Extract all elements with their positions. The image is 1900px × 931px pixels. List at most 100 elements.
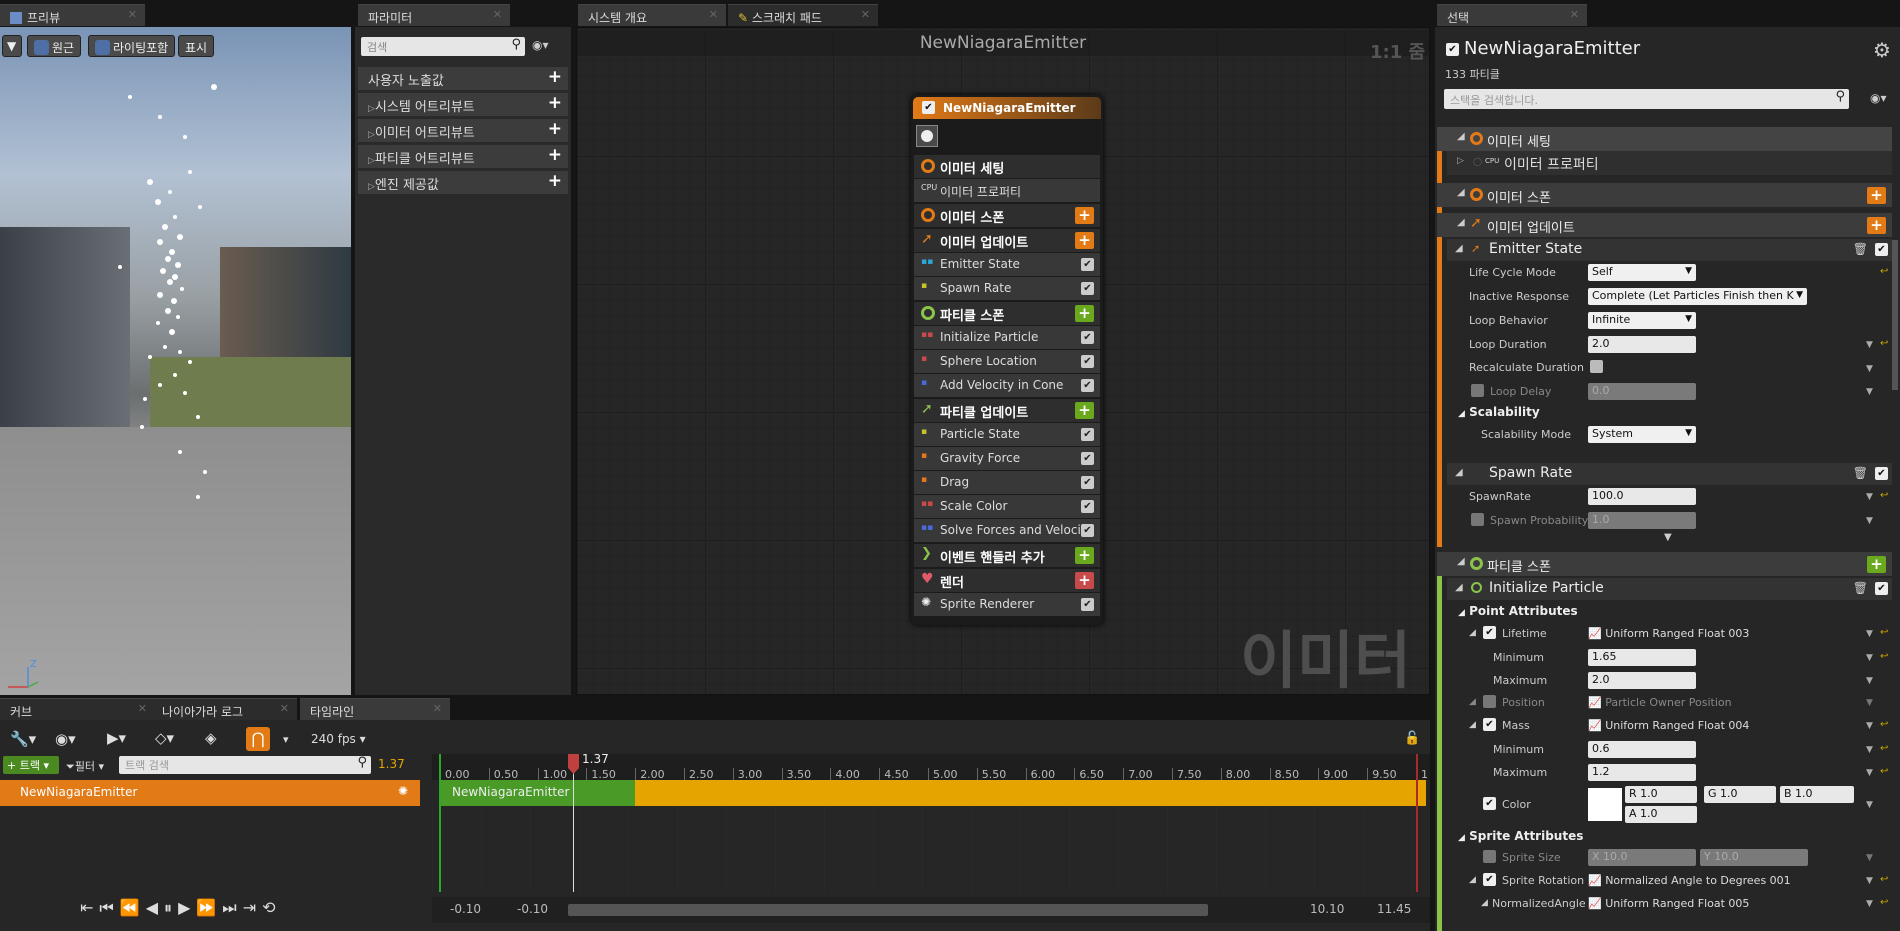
emitter-segment[interactable]: NewNiagaraEmitter <box>440 780 635 806</box>
collapse-icon[interactable]: ◢ <box>1469 697 1476 707</box>
prev-frame-icon[interactable]: ⏪ <box>120 898 146 917</box>
reset-arrow-icon[interactable]: ↩ <box>1880 651 1888 662</box>
node-emitter-settings[interactable]: 이미터 세팅 <box>914 155 1100 178</box>
pause-icon[interactable]: ⏸ <box>164 898 178 917</box>
collapse-icon[interactable]: ◢ <box>1469 720 1476 730</box>
scalability-mode-dropdown[interactable]: System <box>1588 426 1696 443</box>
emitter-enable-checkbox[interactable]: ✔ <box>1446 43 1459 56</box>
position-value[interactable]: 📈 Particle Owner Position <box>1588 696 1732 709</box>
fps-dropdown[interactable]: 240 fps ▾ <box>311 732 366 746</box>
spawn-prob-checkbox[interactable] <box>1471 513 1484 526</box>
node-scale-color[interactable]: ▪▪ Scale Color ✔ <box>914 495 1100 518</box>
playhead-line[interactable] <box>573 756 574 892</box>
tab-niagara-log[interactable]: 나이아가라 로그 ✕ <box>152 698 297 720</box>
play-icon[interactable]: ▶ <box>178 898 196 917</box>
recalc-duration-checkbox[interactable] <box>1590 360 1603 373</box>
stack-emitter-update[interactable]: ◢ ➚ 이미터 업데이트 + <box>1437 213 1892 237</box>
tab-timeline[interactable]: 타임라인 ✕ <box>300 698 450 720</box>
life-cycle-mode-dropdown[interactable]: Self <box>1588 264 1696 281</box>
collapse-icon[interactable]: ◢ <box>1469 628 1476 638</box>
range-start-1[interactable]: -0.10 <box>450 902 481 916</box>
add-event-button[interactable]: + <box>1075 547 1094 564</box>
node-render[interactable]: ♥ 렌더 + <box>914 569 1100 592</box>
viewport-menu-button[interactable]: ▼ <box>2 35 22 57</box>
chevron-down-icon[interactable]: ▼ <box>1866 800 1873 810</box>
chevron-down-icon[interactable]: ▼ <box>1866 629 1873 639</box>
tab-system-overview[interactable]: 시스템 개요 ✕ <box>578 4 726 26</box>
mass-min-input[interactable]: 0.6 <box>1588 741 1696 758</box>
range-start-2[interactable]: -0.10 <box>517 902 548 916</box>
snap-magnet-icon[interactable]: ⋂ <box>246 727 270 751</box>
sprite-rotation-checkbox[interactable]: ✔ <box>1483 873 1496 886</box>
node-gravity[interactable]: ▪ Gravity Force ✔ <box>914 447 1100 470</box>
collapse-icon[interactable]: ◢ <box>1481 898 1488 908</box>
node-emitter-state[interactable]: ▪▪ Emitter State ✔ <box>914 253 1100 276</box>
node-particle-spawn[interactable]: 파티클 스폰 + <box>914 302 1100 325</box>
param-item-user[interactable]: 사용자 노출값 + <box>358 67 568 90</box>
auto-key-icon[interactable]: ◈ <box>205 729 217 747</box>
inactive-response-dropdown[interactable]: Complete (Let Particles Finish then K <box>1588 288 1807 305</box>
tab-preview[interactable]: 프리뷰 ✕ <box>0 4 145 26</box>
node-emitter-spawn[interactable]: 이미터 스폰 + <box>914 204 1100 227</box>
collapse-icon[interactable]: ◢ <box>1469 875 1476 885</box>
sprite-attributes-group[interactable]: ◢ Sprite Attributes <box>1458 829 1583 843</box>
spawn-prob-input[interactable]: 1.0 <box>1588 512 1696 529</box>
next-frame-icon[interactable]: ⏩ <box>196 898 222 917</box>
node-init-particle[interactable]: ▪▪ Initialize Particle ✔ <box>914 326 1100 349</box>
stack-emitter-properties[interactable]: ▷ ◯ CPU 이미터 프로퍼티 <box>1447 151 1892 175</box>
range-end-2[interactable]: 11.45 <box>1377 902 1411 916</box>
chevron-down-icon[interactable]: ▼ <box>1866 364 1873 374</box>
chevron-down-icon[interactable]: ▼ <box>1866 899 1873 909</box>
module-enable-checkbox[interactable]: ✔ <box>1081 258 1094 271</box>
chevron-down-icon[interactable]: ▼ <box>1866 387 1873 397</box>
add-module-button[interactable]: + <box>1075 207 1094 224</box>
node-add-velocity[interactable]: ▪ Add Velocity in Cone ✔ <box>914 374 1100 397</box>
module-enable-checkbox[interactable]: ✔ <box>1875 243 1888 256</box>
chevron-down-icon[interactable]: ▼ <box>1866 516 1873 526</box>
reset-arrow-icon[interactable]: ↩ <box>1880 490 1888 501</box>
module-enable-checkbox[interactable]: ✔ <box>1081 524 1094 537</box>
node-particle-update[interactable]: ➚ 파티클 업데이트 + <box>914 399 1100 422</box>
transport-controls[interactable]: ⇤⏮⏪◀⏸▶⏩⏭⇥⟲ <box>80 898 282 918</box>
color-r-input[interactable]: R 1.0 <box>1625 786 1697 803</box>
reset-arrow-icon[interactable]: ↩ <box>1880 766 1888 777</box>
add-module-button[interactable]: + <box>1867 556 1886 573</box>
reset-arrow-icon[interactable]: ↩ <box>1880 874 1888 885</box>
module-emitter-state[interactable]: ◢ ➚ Emitter State 🗑 ✔ <box>1447 239 1892 261</box>
color-g-input[interactable]: G 1.0 <box>1704 786 1776 803</box>
add-track-button[interactable]: + 트랙 ▾ <box>3 756 59 774</box>
eye-icon[interactable]: ◉▾ <box>55 730 76 748</box>
reset-arrow-icon[interactable]: ↩ <box>1880 897 1888 908</box>
close-icon[interactable]: ✕ <box>709 8 718 21</box>
tab-scratch-pad[interactable]: ✎ 스크래치 패드 ✕ <box>728 4 878 26</box>
key-icon[interactable]: ◇▾ <box>155 729 174 747</box>
skip-to-end-icon[interactable]: ⇥ <box>243 898 262 917</box>
wrench-icon[interactable]: 🔧▾ <box>10 730 36 748</box>
prev-key-icon[interactable]: ⏮ <box>99 898 119 917</box>
color-swatch[interactable] <box>1588 788 1622 821</box>
node-sphere-location[interactable]: ▪ Sphere Location ✔ <box>914 350 1100 373</box>
loop-duration-input[interactable]: 2.0 <box>1588 336 1696 353</box>
close-icon[interactable]: ✕ <box>1570 8 1579 21</box>
module-enable-checkbox[interactable]: ✔ <box>1081 331 1094 344</box>
lifetime-checkbox[interactable]: ✔ <box>1483 626 1496 639</box>
show-button[interactable]: 표시 <box>178 35 215 57</box>
chevron-down-icon[interactable]: ▼ <box>1866 768 1873 778</box>
module-init-particle[interactable]: ◢ Initialize Particle 🗑 ✔ <box>1447 578 1892 600</box>
add-module-button[interactable]: + <box>1867 217 1886 234</box>
node-emitter-props[interactable]: CPU 이미터 프로퍼티 <box>914 179 1100 202</box>
param-item-emitter[interactable]: ▷이미터 어트리뷰트 + <box>358 119 568 142</box>
chevron-down-icon[interactable]: ▼ <box>1866 676 1873 686</box>
close-icon[interactable]: ✕ <box>280 702 289 715</box>
mass-checkbox[interactable]: ✔ <box>1483 718 1496 731</box>
loop-delay-checkbox[interactable] <box>1471 384 1484 397</box>
tab-parameters[interactable]: 파라미터 ✕ <box>358 4 510 26</box>
lighting-button[interactable]: 라이팅포함 <box>88 35 176 57</box>
stack-emitter-settings[interactable]: ◢ 이미터 세팅 <box>1437 127 1892 151</box>
add-icon[interactable]: + <box>548 171 562 191</box>
add-icon[interactable]: + <box>548 145 562 165</box>
stack-particle-spawn[interactable]: ◢ 파티클 스폰 + <box>1437 552 1892 576</box>
color-checkbox[interactable]: ✔ <box>1483 797 1496 810</box>
chevron-down-icon[interactable]: ▼ <box>1866 876 1873 886</box>
add-module-button[interactable]: + <box>1075 232 1094 249</box>
